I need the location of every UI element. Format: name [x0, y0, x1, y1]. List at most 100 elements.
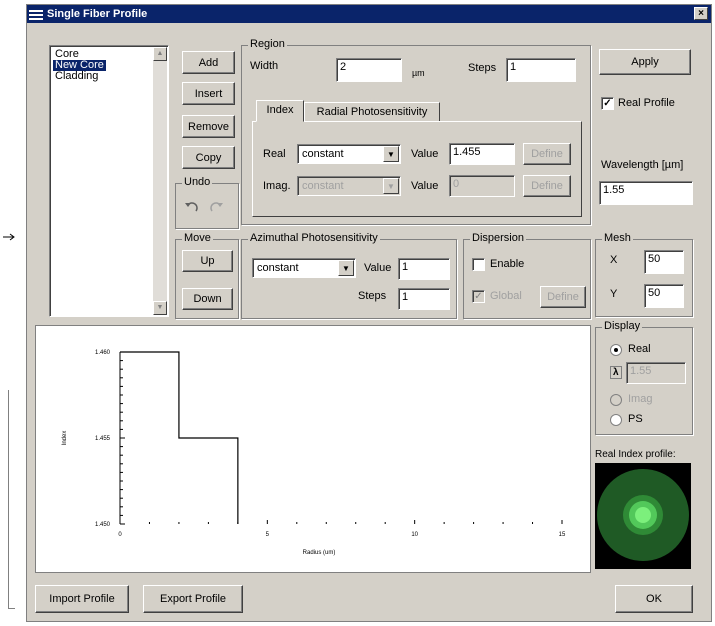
display-real-radio[interactable] [610, 344, 622, 356]
apply-button[interactable]: Apply [599, 49, 691, 75]
dispersion-define-button[interactable]: Define [540, 286, 586, 308]
undo-icon[interactable] [184, 200, 200, 214]
real-label: Real [263, 148, 286, 160]
title-bar: Single Fiber Profile × [27, 5, 711, 23]
undo-group: Undo [175, 176, 239, 229]
mesh-y-input[interactable]: 50 [644, 284, 684, 308]
width-label: Width [250, 60, 279, 72]
wavelength-label: Wavelength [µm] [601, 159, 684, 171]
y-tick-label: 1.450 [95, 522, 111, 528]
real-value-input[interactable]: 1.455 [449, 143, 515, 165]
display-ps-label: PS [628, 413, 643, 425]
lambda-input[interactable]: 1.55 [626, 362, 686, 384]
mesh-y-label: Y [610, 288, 618, 300]
background-window-edge [8, 390, 15, 609]
imag-label: Imag. [263, 180, 291, 192]
azimuthal-type-select[interactable]: constant ▼ [252, 258, 356, 278]
dispersion-group: Dispersion Enable ✓ Global Define [463, 232, 591, 319]
index-profile-chart: 1.460 1.455 1.450 0 5 10 15 Radius (um) Index [62, 350, 566, 556]
real-type-select[interactable]: constant ▼ [297, 144, 401, 164]
real-index-profile-label: Real Index profile: [595, 449, 676, 460]
region-label: Region [248, 38, 287, 50]
imag-value-label: Value [411, 180, 439, 192]
display-imag-radio[interactable] [610, 394, 622, 406]
chevron-down-icon[interactable]: ▼ [383, 178, 399, 194]
real-profile-checkbox[interactable]: ✓ [601, 97, 614, 110]
imag-type-select[interactable]: constant ▼ [297, 176, 401, 196]
window-menu-icon[interactable] [29, 8, 43, 20]
x-axis-label: Radius (um) [303, 550, 336, 556]
azimuthal-value-input[interactable]: 1 [398, 258, 450, 280]
y-tick-label: 1.460 [95, 350, 111, 356]
window-title: Single Fiber Profile [47, 8, 148, 20]
chevron-down-icon[interactable]: ▼ [383, 146, 399, 162]
imag-define-button[interactable]: Define [523, 175, 571, 197]
add-button[interactable]: Add [182, 51, 235, 74]
imag-type-value: constant [302, 180, 344, 192]
x-tick-label: 10 [411, 532, 418, 538]
mesh-x-label: X [610, 254, 618, 266]
region-steps-input[interactable]: 1 [506, 58, 576, 82]
mesh-label: Mesh [602, 232, 633, 244]
export-profile-button[interactable]: Export Profile [143, 585, 243, 613]
x-tick-label: 15 [559, 532, 566, 538]
width-unit: µm [412, 68, 425, 78]
display-label: Display [602, 320, 643, 332]
scroll-up-icon[interactable]: ▲ [153, 47, 167, 61]
width-input[interactable]: 2 [336, 58, 402, 82]
dispersion-label: Dispersion [470, 232, 526, 244]
move-down-button[interactable]: Down [182, 288, 233, 310]
mesh-group: Mesh X 50 Y 50 [595, 232, 693, 317]
azimuthal-type-value: constant [257, 262, 299, 274]
undo-label: Undo [182, 176, 213, 188]
azimuthal-steps-label: Steps [358, 290, 387, 302]
move-label: Move [182, 232, 213, 244]
layer-list-scrollbar[interactable]: ▲ ▼ [153, 47, 167, 315]
tab-radial-photosensitivity[interactable]: Radial Photosensitivity [304, 102, 440, 122]
enable-checkbox[interactable] [472, 258, 485, 271]
index-tab-panel: Real constant ▼ Value 1.455 Define Imag.… [252, 121, 582, 217]
insert-button[interactable]: Insert [182, 82, 235, 105]
y-tick-label: 1.455 [95, 436, 111, 442]
display-group: Display Real λ 1.55 Imag PS [595, 320, 693, 435]
real-type-value: constant [302, 148, 344, 160]
redo-icon[interactable] [208, 200, 224, 214]
move-up-button[interactable]: Up [182, 250, 233, 272]
real-define-button[interactable]: Define [523, 143, 571, 165]
display-real-label: Real [628, 343, 651, 355]
remove-button[interactable]: Remove [182, 115, 235, 138]
ok-button[interactable]: OK [615, 585, 693, 613]
display-imag-label: Imag [628, 393, 653, 405]
background-arrow-icon [3, 232, 17, 242]
global-checkbox[interactable]: ✓ [472, 290, 485, 303]
display-ps-radio[interactable] [610, 414, 622, 426]
single-fiber-profile-dialog: Single Fiber Profile × Core New Core Cla… [26, 4, 712, 622]
series-line [120, 351, 239, 524]
layer-list[interactable]: Core New Core Cladding ▲ ▼ [49, 45, 169, 317]
y-axis-label: Index [62, 431, 68, 446]
azimuthal-photosensitivity-group: Azimuthal Photosensitivity constant ▼ Va… [241, 232, 457, 319]
enable-label: Enable [490, 258, 525, 270]
global-label: Global [490, 290, 522, 302]
region-group: Region Width 2 µm Steps 1 Index Radial P… [241, 38, 591, 225]
real-profile-label: Real Profile [618, 97, 675, 109]
lambda-icon: λ [610, 366, 622, 379]
real-index-profile-image [595, 463, 691, 569]
wavelength-input[interactable]: 1.55 [599, 181, 693, 205]
copy-button[interactable]: Copy [182, 146, 235, 169]
steps-label: Steps [468, 62, 497, 74]
azimuthal-label: Azimuthal Photosensitivity [248, 232, 380, 244]
azimuthal-steps-input[interactable]: 1 [398, 288, 450, 310]
azimuthal-value-label: Value [364, 262, 392, 274]
real-value-label: Value [411, 148, 439, 160]
import-profile-button[interactable]: Import Profile [35, 585, 129, 613]
imag-value-input[interactable]: 0 [449, 175, 515, 197]
mesh-x-input[interactable]: 50 [644, 250, 684, 274]
move-group: Move Up Down [175, 232, 239, 319]
close-button[interactable]: × [694, 7, 708, 20]
list-item-cladding[interactable]: Cladding [53, 71, 100, 82]
chevron-down-icon[interactable]: ▼ [338, 260, 354, 276]
scroll-down-icon[interactable]: ▼ [153, 301, 167, 315]
tab-index[interactable]: Index [256, 100, 304, 122]
index-profile-plot: 1.460 1.455 1.450 0 5 10 15 Radius (um) Index [35, 325, 591, 573]
